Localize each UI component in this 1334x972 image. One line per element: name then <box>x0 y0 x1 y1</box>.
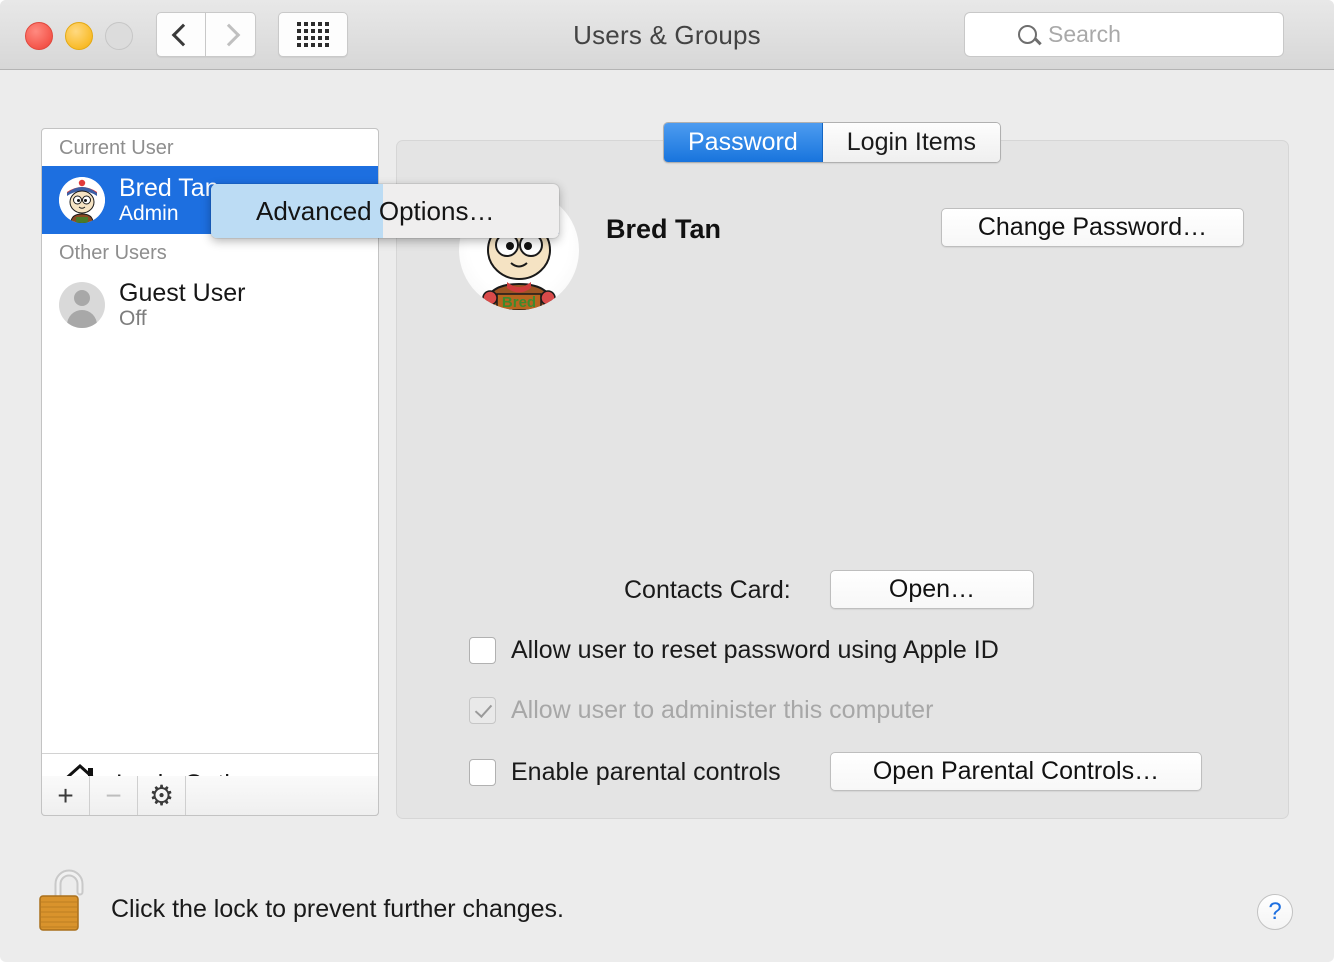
avatar <box>59 282 105 328</box>
open-contacts-label: Open… <box>888 575 976 603</box>
checkbox-parental-controls[interactable] <box>469 759 496 786</box>
sidebar-item-label: Bred Tan <box>119 174 219 203</box>
svg-text:Bred: Bred <box>502 294 536 310</box>
window-title-text: Users & Groups <box>573 19 761 50</box>
checkbox-administer <box>469 697 496 724</box>
checkbox-parental-controls-label: Enable parental controls <box>511 758 781 786</box>
sidebar-item-status: Off <box>119 307 147 331</box>
tab-password-label: Password <box>688 128 798 156</box>
checkbox-row-parental-controls[interactable]: Enable parental controls <box>469 758 781 787</box>
tab-login-items-label: Login Items <box>846 128 977 156</box>
group-header-current-user: Current User <box>59 137 174 159</box>
sidebar-item-status: Admin <box>119 202 179 226</box>
add-user-button[interactable]: + <box>42 776 90 815</box>
change-password-label: Change Password… <box>977 213 1208 241</box>
pane-tabs: Password Login Items <box>663 122 1002 163</box>
sidebar-item-text: Guest User Off <box>119 279 245 331</box>
menu-item-advanced-options[interactable]: Advanced Options… <box>211 184 559 238</box>
open-parental-controls-button[interactable]: Open Parental Controls… <box>830 752 1202 791</box>
sidebar-toolbar: + − ⚙ <box>41 776 379 816</box>
sidebar-item-text: Bred Tan Admin <box>119 174 219 226</box>
checkbox-administer-label: Allow user to administer this computer <box>511 696 934 724</box>
search-field[interactable] <box>964 12 1284 57</box>
preferences-window: Users & Groups Current User <box>0 0 1334 962</box>
settings-button[interactable]: ⚙ <box>138 776 186 815</box>
open-contacts-card-button[interactable]: Open… <box>830 570 1034 609</box>
search-input[interactable] <box>1046 20 1230 49</box>
window-titlebar: Users & Groups <box>0 0 1334 70</box>
change-password-button[interactable]: Change Password… <box>941 208 1244 247</box>
question-mark-icon: ? <box>1268 898 1282 925</box>
open-parental-controls-label: Open Parental Controls… <box>872 757 1160 785</box>
checkbox-reset-password-label: Allow user to reset password using Apple… <box>511 636 999 664</box>
checkbox-row-reset-password[interactable]: Allow user to reset password using Apple… <box>469 636 999 665</box>
context-menu[interactable]: Advanced Options… <box>211 184 559 238</box>
sidebar-item-label: Guest User <box>119 279 246 308</box>
unlocked-padlock-icon[interactable] <box>36 866 88 934</box>
lock-message: Click the lock to prevent further change… <box>111 895 565 923</box>
menu-item-advanced-options-label: Advanced Options… <box>256 195 495 226</box>
checkbox-reset-password[interactable] <box>469 637 496 664</box>
contacts-card-label: Contacts Card: <box>624 576 791 604</box>
minus-icon: − <box>105 779 122 811</box>
checkbox-row-administer: Allow user to administer this computer <box>469 696 933 725</box>
plus-icon: + <box>57 779 74 811</box>
gear-icon: ⚙ <box>148 780 175 811</box>
help-button[interactable]: ? <box>1257 894 1293 930</box>
user-display-name: Bred Tan <box>606 214 722 244</box>
tab-password[interactable]: Password <box>664 123 823 162</box>
sidebar-item-guest-user[interactable]: Guest User Off <box>42 271 378 339</box>
group-header-other-users: Other Users <box>59 242 167 264</box>
tab-login-items[interactable]: Login Items <box>822 123 1001 162</box>
search-icon <box>1018 25 1037 44</box>
remove-user-button[interactable]: − <box>90 776 138 815</box>
avatar <box>59 177 105 223</box>
